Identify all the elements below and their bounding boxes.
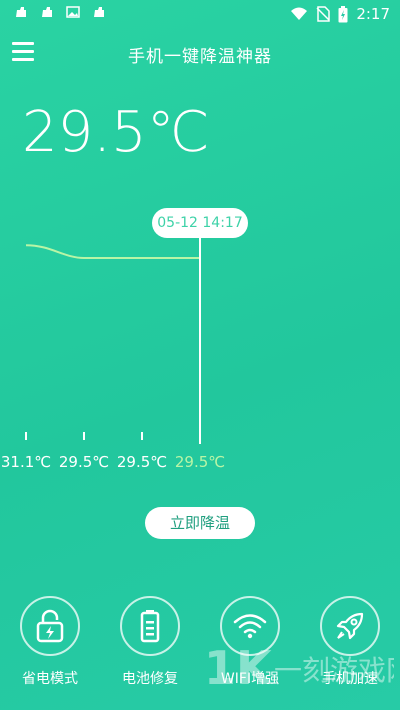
notification-icons xyxy=(14,6,106,18)
x-tick-label: 29.5℃ xyxy=(117,453,167,471)
cool-down-button[interactable]: 立即降温 xyxy=(145,507,255,539)
current-temperature: 29.5℃ xyxy=(22,100,210,165)
feature-label: 省电模式 xyxy=(22,671,78,687)
x-tick-label: 29.5℃ xyxy=(175,453,225,471)
svg-text:一刻游戏网: 一刻游戏网 xyxy=(274,654,394,687)
lock-bolt-icon xyxy=(36,609,64,643)
no-sim-icon xyxy=(316,6,331,22)
system-tray: 2:17 xyxy=(290,5,390,23)
wifi-icon xyxy=(233,614,267,639)
notification-icon xyxy=(16,7,26,17)
x-tick-label: 31.1℃ xyxy=(1,453,51,471)
page-title: 手机一键降温神器 xyxy=(128,47,272,67)
toolbar: 手机一键降温神器 xyxy=(0,34,400,74)
clock: 2:17 xyxy=(356,5,390,23)
feature-icon-circle xyxy=(20,596,80,656)
battery-icon xyxy=(140,610,160,643)
temperature-series-line xyxy=(25,244,200,259)
status-bar: 2:17 xyxy=(0,0,400,28)
chart-tooltip: 05-12 14:17 xyxy=(152,208,248,238)
svg-text:1K: 1K xyxy=(204,641,274,695)
x-tick-label: 29.5℃ xyxy=(59,453,109,471)
notification-icon xyxy=(42,7,52,17)
feature-battery-repair[interactable]: 电池修复 xyxy=(110,596,190,688)
battery-charging-icon xyxy=(338,5,348,22)
watermark-logo: 1K 一刻游戏网 xyxy=(204,641,394,695)
feature-icon-circle xyxy=(120,596,180,656)
wifi-signal-icon xyxy=(291,7,308,20)
temperature-chart: 31.1℃ 29.5℃ 29.5℃ 29.5℃ xyxy=(1,238,225,471)
rocket-icon xyxy=(336,612,364,640)
notification-icon xyxy=(94,7,104,17)
feature-label: 电池修复 xyxy=(122,671,178,687)
image-icon xyxy=(66,6,80,18)
feature-power-saving[interactable]: 省电模式 xyxy=(10,596,90,688)
